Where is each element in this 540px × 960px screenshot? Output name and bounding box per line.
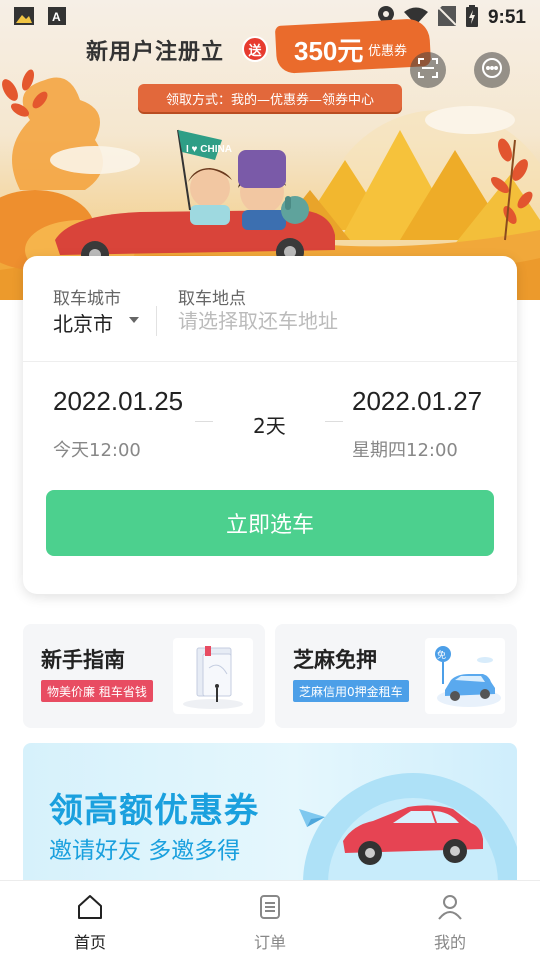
return-date[interactable]: 2022.01.27 [352,386,482,417]
select-car-button[interactable]: 立即选车 [46,490,494,556]
pickup-location-input[interactable] [178,306,478,336]
rental-duration: 2天 [253,414,286,438]
card-divider [23,361,517,362]
tab-profile-label: 我的 [433,933,466,952]
message-button[interactable] [474,52,510,88]
invite-title: 领高额优惠券 [49,791,259,831]
battery-charging-icon [465,5,478,31]
field-divider [156,306,157,336]
tab-profile[interactable]: 我的 [360,881,540,960]
photo-icon [14,7,34,29]
flag-text: I ♥ CHINA [186,144,232,155]
tab-orders[interactable]: 订单 [180,881,360,960]
pickup-date[interactable]: 2022.01.25 [53,386,183,417]
rental-search-card: 取车城市 北京市 取车地点 2022.01.25 今天12:00 2天 2022… [23,256,517,594]
pickup-time[interactable]: 今天12:00 [53,436,141,462]
claim-method-pill: 领取方式：我的—优惠券—领券中心 [138,84,402,112]
return-time[interactable]: 星期四12:00 [352,436,458,462]
text-a-icon: A [48,7,66,29]
coupon-unit: 优惠券 [368,44,408,59]
promo-banner[interactable]: I ♥ CHINA A 9:51 新用户注册立 送 350元 优惠券 领取方式：… [0,0,540,300]
date-dash-left [195,421,213,422]
city-value[interactable]: 北京市 [53,308,113,337]
guide-book-illustration [173,638,253,714]
coupon-amount: 350元 [294,36,364,66]
order-icon [256,893,284,925]
invite-banner[interactable]: 领高额优惠券 邀请好友 多邀多得 [23,743,517,883]
car-illustration: 免 [425,638,505,714]
city-label: 取车城市 [53,289,121,309]
tab-home[interactable]: 首页 [0,881,180,960]
tab-home-label: 首页 [73,933,106,952]
profile-icon [436,893,464,925]
no-sim-icon [437,6,457,30]
date-dash-right [325,421,343,422]
status-time: 9:51 [487,7,526,28]
send-badge: 送 [242,36,268,62]
beginner-guide-title: 新手指南 [41,648,125,672]
banner-illustration: I ♥ CHINA [0,69,540,300]
status-bar: A 9:51 [0,0,540,36]
deposit-free-tag: 芝麻信用0押金租车 [293,680,409,702]
scan-icon [418,58,438,82]
message-icon [481,57,503,83]
svg-text:A: A [52,10,61,24]
invite-subtitle: 邀请好友 多邀多得 [49,838,241,864]
beginner-guide-tag: 物美价廉 租车省钱 [41,680,153,702]
bottom-nav: 首页 订单 我的 [0,880,540,960]
scan-button[interactable] [410,52,446,88]
deposit-free-title: 芝麻免押 [293,648,377,672]
free-badge-text: 免 [437,649,446,661]
beginner-guide-tile[interactable]: 新手指南 物美价廉 租车省钱 [23,624,265,728]
tab-orders-label: 订单 [253,933,286,952]
home-icon [76,893,104,925]
promo-headline: 新用户注册立 [86,40,225,65]
dropdown-arrow-icon[interactable] [129,317,139,323]
deposit-free-tile[interactable]: 芝麻免押 芝麻信用0押金租车 免 [275,624,517,728]
